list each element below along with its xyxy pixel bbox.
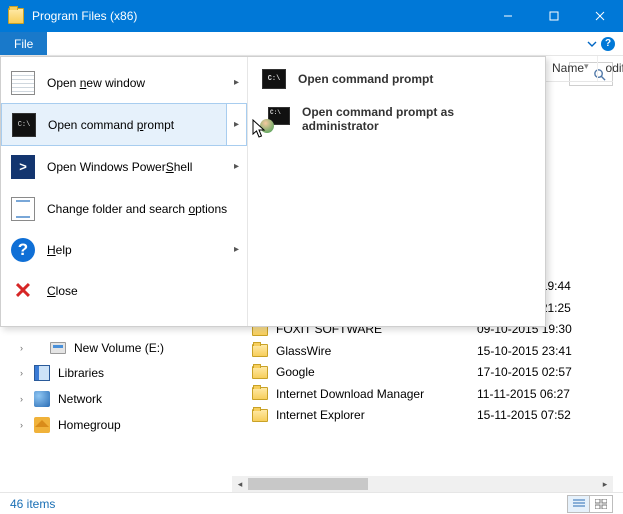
help-circle-icon: ? bbox=[11, 238, 35, 262]
menu-help[interactable]: ? Help ▸ bbox=[1, 229, 247, 270]
scroll-right-icon[interactable]: ▸ bbox=[597, 476, 613, 492]
window-title: Program Files (x86) bbox=[32, 9, 485, 23]
nav-label: New Volume (E:) bbox=[74, 341, 164, 355]
title-bar: Program Files (x86) bbox=[0, 0, 623, 32]
folder-icon bbox=[252, 366, 268, 379]
help-icon[interactable]: ? bbox=[601, 37, 615, 51]
table-row[interactable]: GlassWire15-10-2015 23:41 bbox=[232, 340, 613, 362]
submenu-open-command-prompt[interactable]: Open command prompt bbox=[248, 61, 545, 97]
home-icon bbox=[34, 417, 50, 433]
chevron-right-icon: ▸ bbox=[234, 161, 239, 172]
menu-open-command-prompt[interactable]: Open command prompt ▸ bbox=[1, 103, 247, 146]
file-menu-primary: Open new window ▸ Open command prompt ▸ … bbox=[1, 57, 248, 326]
mouse-cursor bbox=[252, 119, 268, 141]
file-date: 15-11-2015 07:52 bbox=[477, 408, 613, 422]
menu-open-new-window[interactable]: Open new window ▸ bbox=[1, 61, 247, 104]
powershell-icon bbox=[11, 155, 35, 179]
cmd-icon bbox=[262, 69, 286, 89]
file-name: Internet Download Manager bbox=[276, 387, 477, 401]
net-icon bbox=[34, 391, 50, 407]
scroll-left-icon[interactable]: ◂ bbox=[232, 476, 248, 492]
menu-folder-options[interactable]: Change folder and search options bbox=[1, 188, 247, 229]
scrollbar-thumb[interactable] bbox=[248, 478, 368, 490]
close-x-icon: ✕ bbox=[11, 279, 35, 303]
submenu-indicator[interactable]: ▸ bbox=[226, 104, 246, 145]
nav-label: Homegroup bbox=[58, 418, 121, 432]
expander-icon[interactable]: › bbox=[20, 343, 23, 353]
file-name: GlassWire bbox=[276, 344, 477, 358]
column-name[interactable]: Name▾ bbox=[544, 56, 598, 81]
folder-icon bbox=[8, 8, 24, 24]
nav-item[interactable]: › Network bbox=[10, 386, 210, 412]
minimize-button[interactable] bbox=[485, 0, 531, 32]
file-date: 15-10-2015 23:41 bbox=[477, 344, 613, 358]
nav-item[interactable]: › New Volume (E:) bbox=[10, 336, 210, 360]
folder-icon bbox=[252, 387, 268, 400]
file-name: Google bbox=[276, 365, 477, 379]
expander-icon[interactable]: › bbox=[20, 420, 23, 430]
horizontal-scrollbar[interactable]: ◂ ▸ bbox=[232, 476, 613, 492]
details-view-icon[interactable] bbox=[568, 496, 590, 512]
nav-label: Libraries bbox=[58, 366, 104, 380]
expander-icon[interactable]: › bbox=[20, 394, 23, 404]
status-bar: 46 items bbox=[0, 492, 623, 514]
file-name: Internet Explorer bbox=[276, 408, 477, 422]
chevron-right-icon: ▸ bbox=[234, 244, 239, 255]
icons-view-icon[interactable] bbox=[590, 496, 612, 512]
maximize-button[interactable] bbox=[531, 0, 577, 32]
navigation-tree[interactable]: › New Volume (E:) › Libraries › Network › Homeg… bbox=[10, 336, 210, 492]
expander-icon[interactable]: › bbox=[20, 368, 23, 378]
table-row[interactable]: Internet Download Manager11-11-2015 06:2… bbox=[232, 383, 613, 405]
nav-item[interactable]: › Homegroup bbox=[10, 412, 210, 438]
close-button[interactable] bbox=[577, 0, 623, 32]
file-date: 11-11-2015 06:27 bbox=[477, 387, 613, 401]
menu-open-powershell[interactable]: Open Windows PowerShell ▸ bbox=[1, 145, 247, 188]
item-count: 46 items bbox=[10, 497, 55, 511]
table-row[interactable]: Google17-10-2015 02:57 bbox=[232, 362, 613, 384]
file-date: 17-10-2015 02:57 bbox=[477, 365, 613, 379]
lib-icon bbox=[34, 365, 50, 381]
chevron-right-icon: ▸ bbox=[234, 77, 239, 88]
file-menu-submenu: Open command prompt Open command prompt … bbox=[248, 57, 545, 326]
column-date-modified[interactable]: odified▾ bbox=[598, 56, 623, 81]
view-toggle[interactable] bbox=[567, 495, 613, 513]
nav-label: Network bbox=[58, 392, 102, 406]
file-menu-button[interactable]: File bbox=[0, 32, 47, 55]
menu-close[interactable]: ✕ Close bbox=[1, 270, 247, 311]
column-headers: Name▾ odified▾ bbox=[544, 56, 613, 82]
window-icon bbox=[11, 71, 35, 95]
ribbon-bar: File ? bbox=[0, 32, 623, 56]
submenu-open-command-prompt-admin[interactable]: Open command prompt as administrator bbox=[248, 97, 545, 141]
file-menu-panel: Open new window ▸ Open command prompt ▸ … bbox=[0, 56, 546, 327]
cmd-icon bbox=[12, 113, 36, 137]
nav-item[interactable]: › Libraries bbox=[10, 360, 210, 386]
folder-icon bbox=[252, 344, 268, 357]
table-row[interactable]: Internet Explorer15-11-2015 07:52 bbox=[232, 405, 613, 427]
drive-icon bbox=[50, 342, 66, 354]
folder-icon bbox=[252, 409, 268, 422]
options-icon bbox=[11, 197, 35, 221]
ribbon-expand-icon[interactable] bbox=[587, 39, 597, 49]
